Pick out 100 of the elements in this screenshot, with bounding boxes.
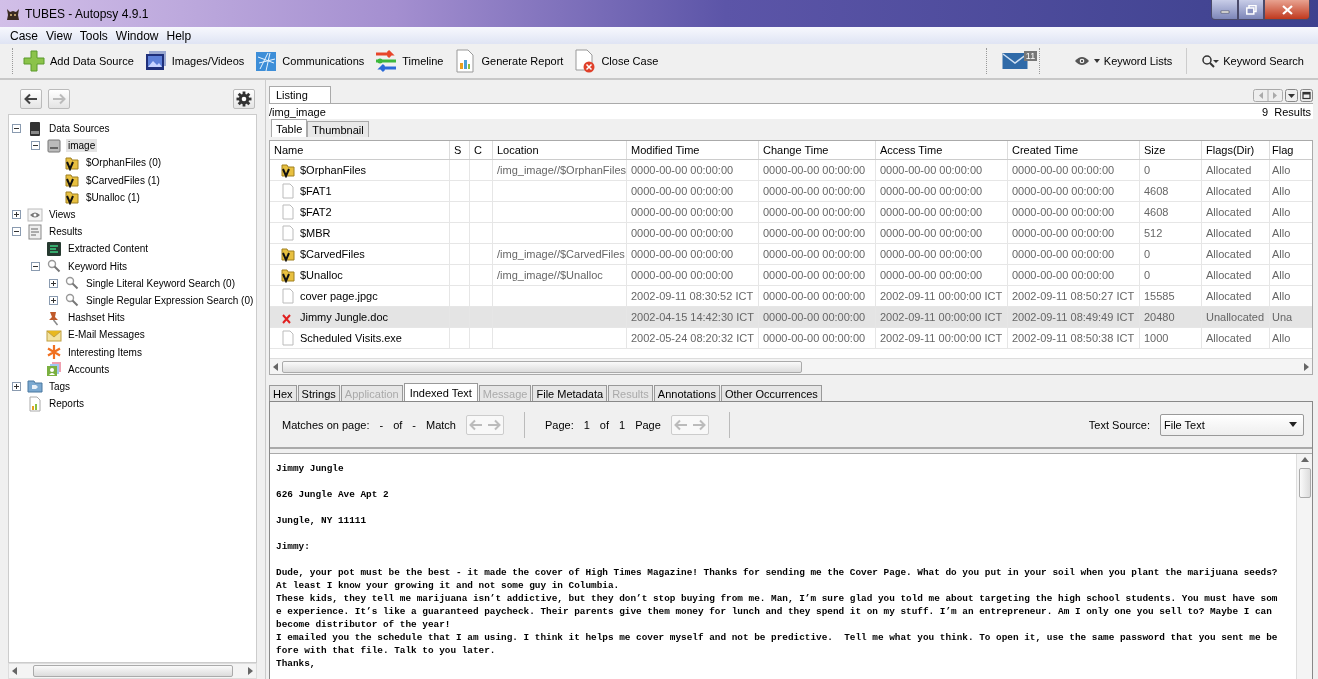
- tree-toggle[interactable]: [12, 381, 21, 391]
- column-header[interactable]: Name: [270, 141, 450, 159]
- table-cell: 0000-00-00 00:00:00: [1008, 223, 1140, 243]
- menu-item[interactable]: Help: [162, 28, 196, 43]
- tree-toggle[interactable]: [49, 295, 58, 305]
- close-button[interactable]: [1264, 0, 1310, 20]
- tree-item[interactable]: Reports: [47, 397, 86, 411]
- tree-item[interactable]: Single Literal Keyword Search (0): [84, 276, 237, 290]
- tree-toggle[interactable]: [12, 210, 21, 220]
- viewer-tab[interactable]: Other Occurrences: [720, 385, 822, 401]
- menu-item[interactable]: View: [42, 28, 76, 43]
- menu-item[interactable]: Window: [111, 28, 163, 43]
- tree-item[interactable]: Keyword Hits: [66, 259, 129, 273]
- menu-item[interactable]: Tools: [75, 28, 112, 43]
- column-header[interactable]: Created Time: [1008, 141, 1140, 159]
- toolbar-button[interactable]: Timeline: [370, 49, 448, 73]
- back-button[interactable]: [20, 89, 42, 109]
- tree-item[interactable]: Views: [47, 208, 78, 222]
- tree-item[interactable]: $OrphanFiles (0): [84, 156, 164, 170]
- column-header[interactable]: Modified Time: [627, 141, 759, 159]
- text-source-dropdown[interactable]: File Text: [1160, 413, 1304, 436]
- menu-item[interactable]: Case: [6, 28, 42, 43]
- column-header[interactable]: Access Time: [876, 141, 1008, 159]
- table-row[interactable]: $MBR 0000-00-00 00:00:00 0000-00-00 00:00:00 0000-00-00 00:00:00 0000-00-00 00:00:00 512 Allocated Allo: [270, 223, 1312, 244]
- page-label: Page: [635, 418, 661, 431]
- tree-item[interactable]: image: [66, 139, 98, 153]
- table-row[interactable]: $Unalloc /img_image//$Unalloc 0000-00-00 00:00:00 0000-00-00 00:00:00 0000-00-00 00:00:00 0000-00-00 00:00:00 0 Allocated Allo: [270, 265, 1312, 286]
- table-cell: 0000-00-00 00:00:00: [1008, 265, 1140, 285]
- restore-button[interactable]: [1238, 0, 1264, 20]
- table-cell: Unallocated: [1202, 307, 1270, 327]
- tab-list-button[interactable]: [1285, 88, 1298, 102]
- vertical-scrollbar[interactable]: [1296, 454, 1312, 679]
- toolbar-button[interactable]: Images/Videos: [139, 49, 249, 73]
- toolbar-button[interactable]: Generate Report: [449, 49, 568, 73]
- count-badge: 11: [1023, 51, 1038, 61]
- table-row[interactable]: Scheduled Visits.exe 2002-05-24 08:20:32 ICT 0000-00-00 00:00:00 2002-09-11 00:00:00 ICT 2002-09-11 08:50:38 ICT 1000 Allocated Allo: [270, 328, 1312, 349]
- terminal-icon: [46, 240, 62, 257]
- table-row[interactable]: $OrphanFiles /img_image//$OrphanFiles 0000-00-00 00:00:00 0000-00-00 00:00:00 0000-00-00 00:00:00 0000-00-00 00:00:00 0 Allocated Allo: [270, 160, 1312, 181]
- table-row[interactable]: $CarvedFiles /img_image//$CarvedFiles 0000-00-00 00:00:00 0000-00-00 00:00:00 0000-00-00 00:00:00 0000-00-00 00:00:00 0 Allocated Allo: [270, 244, 1312, 265]
- table-cell: 0000-00-00 00:00:00: [759, 307, 876, 327]
- view-tab[interactable]: Table: [271, 119, 308, 137]
- view-tab[interactable]: Thumbnail: [307, 121, 369, 137]
- column-header[interactable]: Location: [493, 141, 627, 159]
- envelope-icon: [1001, 52, 1028, 70]
- minimize-button[interactable]: [1211, 0, 1238, 20]
- listing-tab[interactable]: Listing: [269, 86, 331, 103]
- maximize-button[interactable]: [1300, 88, 1313, 102]
- file-icon: [280, 330, 296, 346]
- viewer-tab[interactable]: Annotations: [653, 385, 720, 401]
- scroll-thumb[interactable]: [1298, 468, 1311, 498]
- table-row[interactable]: Jimmy Jungle.doc 2002-04-15 14:42:30 ICT 0000-00-00 00:00:00 2002-09-11 00:00:00 ICT 2002-09-11 08:49:49 ICT 20480 Unallocated Una: [270, 307, 1312, 328]
- table-cell: Allocated: [1202, 223, 1270, 243]
- column-header[interactable]: C: [470, 141, 493, 159]
- column-header[interactable]: Flag: [1270, 141, 1312, 159]
- right-arrow-icon: [1304, 362, 1310, 371]
- caret-icon: [1093, 59, 1100, 63]
- table-cell: 0000-00-00 00:00:00: [1008, 160, 1140, 180]
- column-header[interactable]: S: [450, 141, 470, 159]
- viewer-tab[interactable]: File Metadata: [532, 385, 608, 401]
- column-header[interactable]: Flags(Dir): [1202, 141, 1270, 159]
- tree-toggle[interactable]: [31, 261, 40, 271]
- viewer-tab[interactable]: Hex: [269, 385, 297, 401]
- horizontal-scrollbar[interactable]: [8, 663, 257, 679]
- tree-item[interactable]: Single Regular Expression Search (0): [84, 293, 256, 307]
- drive-icon: [27, 120, 43, 137]
- table-cell: Allocated: [1202, 181, 1270, 201]
- toolbar-button[interactable]: Communications: [250, 49, 369, 73]
- tree-item[interactable]: Data Sources: [47, 122, 112, 136]
- settings-button[interactable]: [233, 89, 255, 109]
- tree-item[interactable]: $Unalloc (1): [84, 190, 142, 204]
- text-line: e experience. It’s like a guaranteed paycheck. Their parents give them money for lunch and they spend it on my stuff. I’m an entrepreneur. Am I only one you sell to? Maybe I can: [276, 605, 1273, 618]
- tree-item[interactable]: Accounts: [66, 362, 112, 376]
- toolbar-button[interactable]: Close Case: [569, 49, 663, 73]
- tree-toggle[interactable]: [12, 124, 21, 134]
- table-row[interactable]: $FAT2 0000-00-00 00:00:00 0000-00-00 00:00:00 0000-00-00 00:00:00 0000-00-00 00:00:00 4608 Allocated Allo: [270, 202, 1312, 223]
- viewer-tab[interactable]: Indexed Text: [403, 383, 478, 401]
- tree-item[interactable]: E-Mail Messages: [66, 328, 147, 342]
- table-cell: 2002-09-11 08:49:49 ICT: [1008, 307, 1140, 327]
- right-arrow-icon: [52, 93, 66, 105]
- horizontal-scrollbar[interactable]: [270, 358, 1312, 374]
- tree-toggle[interactable]: [12, 227, 21, 237]
- add-data-source-button[interactable]: Add Data Source: [18, 49, 138, 73]
- table-cell: 0000-00-00 00:00:00: [759, 286, 876, 306]
- column-header[interactable]: Size: [1140, 141, 1202, 159]
- tree-item[interactable]: Tags: [47, 379, 73, 393]
- keyword-search-button[interactable]: Keyword Search: [1187, 54, 1318, 68]
- tree-toggle[interactable]: [49, 278, 58, 288]
- tree-item[interactable]: $CarvedFiles (1): [84, 173, 162, 187]
- keyword-lists-button[interactable]: Keyword Lists: [1059, 55, 1187, 67]
- table-row[interactable]: $FAT1 0000-00-00 00:00:00 0000-00-00 00:00:00 0000-00-00 00:00:00 0000-00-00 00:00:00 4608 Allocated Allo: [270, 181, 1312, 202]
- tree-item[interactable]: Hashset Hits: [66, 311, 127, 325]
- tree-toggle[interactable]: [31, 141, 40, 151]
- tree-item[interactable]: Extracted Content: [66, 242, 151, 256]
- of-label: of: [393, 418, 403, 431]
- window-title: TUBES - Autopsy 4.9.1: [25, 6, 150, 21]
- viewer-tab[interactable]: Strings: [297, 385, 340, 401]
- column-header[interactable]: Change Time: [759, 141, 876, 159]
- tree-item[interactable]: Interesting Items: [66, 345, 144, 359]
- table-cell: 0000-00-00 00:00:00: [759, 181, 876, 201]
- tree-item[interactable]: Results: [47, 225, 85, 239]
